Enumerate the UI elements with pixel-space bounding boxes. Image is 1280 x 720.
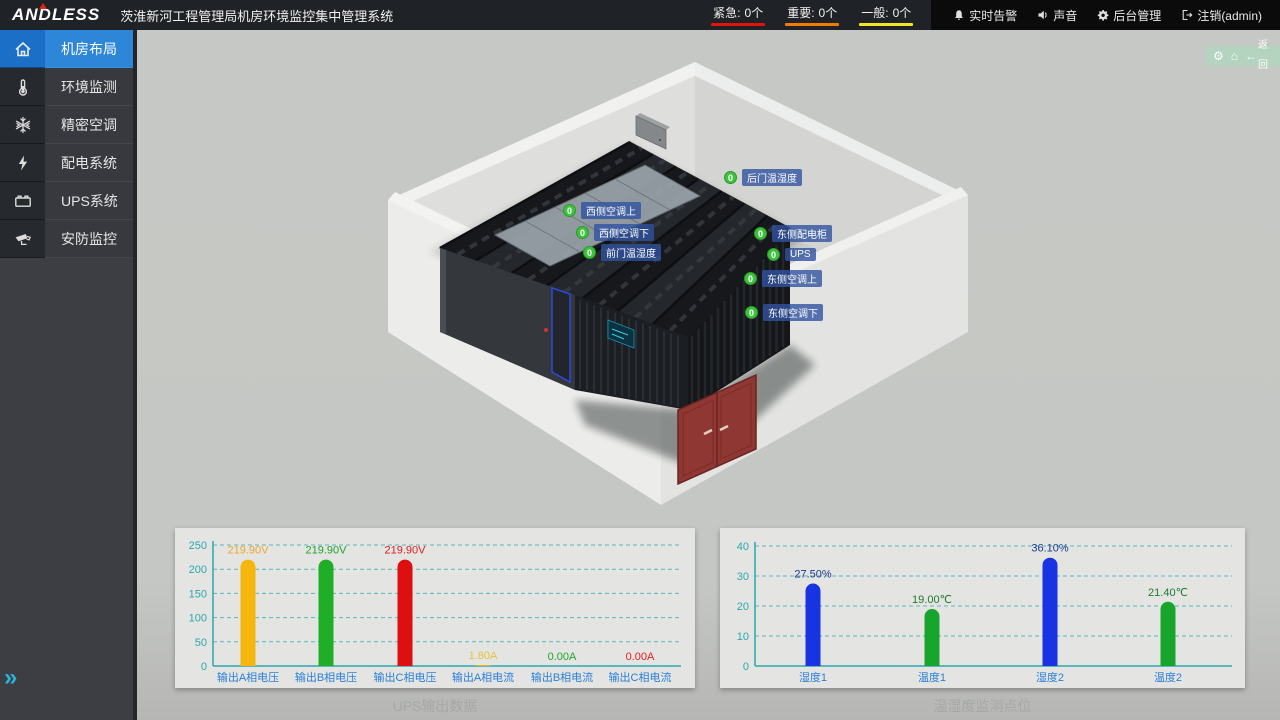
logout-icon bbox=[1181, 9, 1193, 21]
svg-text:19.00℃: 19.00℃ bbox=[912, 594, 952, 606]
svg-text:输出C相电流: 输出C相电流 bbox=[609, 670, 672, 684]
back-arrow-icon: ← bbox=[1245, 46, 1257, 66]
alarm-urgent-underline bbox=[711, 23, 765, 26]
svg-text:219.90V: 219.90V bbox=[228, 545, 270, 557]
home-icon bbox=[0, 30, 45, 68]
scene-toolbar: ⚙ ⌂ ←返回 bbox=[1206, 46, 1280, 66]
brand-logo-accent bbox=[39, 3, 47, 9]
marker-west-ac-upper[interactable]: 0 西侧空调上 bbox=[563, 202, 641, 219]
alarm-general-badge: 一般:0个 bbox=[859, 4, 913, 26]
sidebar-item-precision-ac[interactable]: 精密空调 bbox=[0, 106, 133, 144]
svg-text:219.90V: 219.90V bbox=[306, 545, 348, 557]
svg-text:输出A相电流: 输出A相电流 bbox=[452, 670, 514, 684]
marker-badge: 0 bbox=[724, 171, 737, 184]
marker-badge: 0 bbox=[744, 272, 757, 285]
brand-logo: ANDLESS bbox=[12, 5, 100, 25]
realtime-alarm-button[interactable]: 实时告警 bbox=[953, 7, 1017, 24]
svg-text:40: 40 bbox=[737, 541, 749, 553]
svg-text:温度1: 温度1 bbox=[918, 670, 946, 684]
svg-text:0: 0 bbox=[201, 661, 207, 673]
marker-east-ac-upper[interactable]: 0 东侧空调上 bbox=[744, 270, 822, 287]
temp-humidity-chart: 0 10 20 30 40 27.50% 湿度1 19.00℃ 温度1 36.10% 湿度2 21.4… bbox=[720, 528, 1245, 688]
svg-text:输出C相电压: 输出C相电压 bbox=[374, 670, 437, 684]
admin-button[interactable]: 后台管理 bbox=[1097, 7, 1161, 24]
marker-west-ac-lower[interactable]: 0 西侧空调下 bbox=[576, 224, 654, 241]
ups-output-chart: 0 50 100 150 200 250 219.90V 输出A相电压 219.90V 输出B相电… bbox=[175, 528, 695, 688]
gears-icon: ⚙ bbox=[1213, 46, 1224, 66]
svg-text:219.90V: 219.90V bbox=[385, 545, 427, 557]
svg-text:10: 10 bbox=[737, 631, 749, 643]
marker-rear-door-sensor[interactable]: 0 后门温湿度 bbox=[724, 169, 802, 186]
sidebar-nav: 机房布局 环境监测 精密空调 配电系统 UPS系统 安防监控 » bbox=[0, 30, 133, 720]
marker-front-door-sensor[interactable]: 0 前门温湿度 bbox=[583, 244, 661, 261]
sidebar-item-power-distribution[interactable]: 配电系统 bbox=[0, 144, 133, 182]
gear-icon bbox=[1097, 9, 1109, 21]
svg-text:27.50%: 27.50% bbox=[794, 569, 832, 581]
svg-text:输出B相电压: 输出B相电压 bbox=[295, 670, 357, 684]
alarm-urgent-badge: 紧急:0个 bbox=[711, 4, 765, 26]
svg-text:200: 200 bbox=[189, 564, 207, 576]
speaker-icon bbox=[1037, 9, 1049, 21]
sidebar-item-room-layout[interactable]: 机房布局 bbox=[0, 30, 133, 68]
header-menu: 实时告警 声音 后台管理 注销(admin) bbox=[931, 0, 1280, 30]
svg-text:0: 0 bbox=[743, 661, 749, 673]
svg-text:输出A相电压: 输出A相电压 bbox=[217, 670, 279, 684]
home-view-icon: ⌂ bbox=[1231, 46, 1238, 66]
scene-back-button[interactable]: ←返回 bbox=[1245, 36, 1273, 76]
marker-east-ac-lower[interactable]: 0 东侧空调下 bbox=[745, 304, 823, 321]
enclosure-glass-door bbox=[552, 288, 570, 382]
marker-badge: 0 bbox=[576, 226, 589, 239]
svg-text:20: 20 bbox=[737, 601, 749, 613]
sound-button[interactable]: 声音 bbox=[1037, 7, 1077, 24]
alarm-important-underline bbox=[785, 23, 839, 26]
marker-east-distribution-cabinet[interactable]: 0 东侧配电柜 bbox=[754, 225, 832, 242]
page-title: 茨淮新河工程管理局机房环境监控集中管理系统 bbox=[120, 6, 393, 25]
svg-text:150: 150 bbox=[189, 588, 207, 600]
ups-chart-title: UPS输出数据 bbox=[175, 696, 695, 716]
marker-badge: 0 bbox=[745, 306, 758, 319]
logout-button[interactable]: 注销(admin) bbox=[1181, 7, 1262, 24]
svg-text:100: 100 bbox=[189, 613, 207, 625]
svg-text:温度2: 温度2 bbox=[1154, 670, 1182, 684]
marker-badge: 0 bbox=[767, 248, 780, 261]
svg-text:1.80A: 1.80A bbox=[469, 650, 498, 662]
app-header: ANDLESS 茨淮新河工程管理局机房环境监控集中管理系统 紧急:0个 重要:0… bbox=[0, 0, 1280, 30]
sidebar-edge bbox=[133, 30, 137, 720]
sidebar-item-environment[interactable]: 环境监测 bbox=[0, 68, 133, 106]
svg-text:21.40℃: 21.40℃ bbox=[1148, 587, 1188, 599]
alarm-general-underline bbox=[859, 23, 913, 26]
battery-icon bbox=[0, 182, 45, 220]
sidebar-expand-chevron[interactable]: » bbox=[4, 666, 17, 690]
thermometer-icon bbox=[0, 68, 45, 106]
scene-home-button[interactable]: ⌂ bbox=[1231, 46, 1238, 66]
svg-text:36.10%: 36.10% bbox=[1031, 543, 1069, 555]
svg-text:输出B相电流: 输出B相电流 bbox=[531, 670, 593, 684]
bell-icon bbox=[953, 9, 965, 21]
marker-ups[interactable]: 0 UPS bbox=[767, 248, 816, 261]
marker-badge: 0 bbox=[754, 227, 767, 240]
sidebar-item-security[interactable]: 安防监控 bbox=[0, 220, 133, 258]
main-content: ⚙ ⌂ ←返回 0 后门温湿度 0 西侧空调上 0 西侧空调下 0 前门温湿度 … bbox=[137, 30, 1280, 720]
alarm-important-badge: 重要:0个 bbox=[785, 4, 839, 26]
marker-badge: 0 bbox=[583, 246, 596, 259]
svg-text:30: 30 bbox=[737, 571, 749, 583]
camera-icon bbox=[0, 220, 45, 258]
svg-text:250: 250 bbox=[189, 540, 207, 552]
svg-text:湿度1: 湿度1 bbox=[799, 670, 827, 684]
alarm-counters: 紧急:0个 重要:0个 一般:0个 bbox=[711, 4, 913, 26]
svg-text:50: 50 bbox=[195, 637, 207, 649]
svg-text:0.00A: 0.00A bbox=[548, 651, 577, 663]
snowflake-icon bbox=[0, 106, 45, 144]
bolt-icon bbox=[0, 144, 45, 182]
scene-settings-button[interactable]: ⚙ bbox=[1213, 46, 1224, 66]
svg-text:湿度2: 湿度2 bbox=[1036, 670, 1064, 684]
svg-text:0.00A: 0.00A bbox=[626, 651, 655, 663]
temp-humidity-chart-title: 温湿度监测点位 bbox=[720, 696, 1245, 716]
marker-badge: 0 bbox=[563, 204, 576, 217]
sidebar-item-ups[interactable]: UPS系统 bbox=[0, 182, 133, 220]
